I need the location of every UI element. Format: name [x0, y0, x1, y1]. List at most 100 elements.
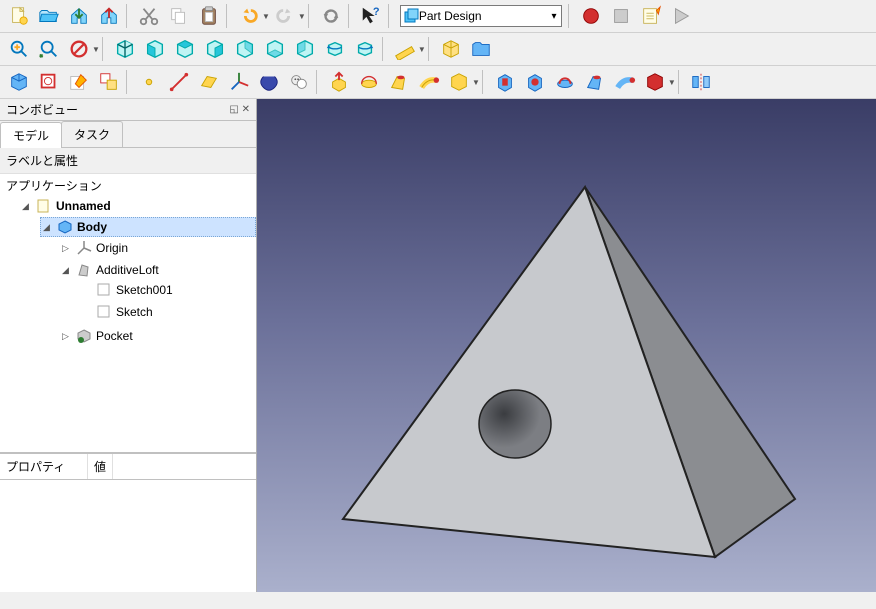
document-icon [36, 198, 52, 214]
dropdown-arrow-icon[interactable]: ▼ [668, 78, 676, 87]
folder-open-icon [38, 5, 60, 27]
pad-button[interactable] [325, 68, 353, 96]
zoom-fit-button[interactable] [5, 35, 33, 63]
clone-icon [288, 71, 310, 93]
additive-pipe-button[interactable] [415, 68, 443, 96]
macro-run-button[interactable] [667, 2, 695, 30]
view-iso-button[interactable] [111, 35, 139, 63]
view-front-button[interactable] [141, 35, 169, 63]
macro-stop-button[interactable] [607, 2, 635, 30]
tree-item-sketch[interactable]: Sketch [80, 303, 256, 321]
line-icon [168, 71, 190, 93]
nostyle-icon [68, 38, 90, 60]
save-icon [68, 5, 90, 27]
additive-prim-button[interactable] [445, 68, 473, 96]
redo-button[interactable] [271, 2, 299, 30]
axes-icon [76, 240, 92, 256]
loft-icon [388, 71, 410, 93]
collapse-icon[interactable]: ◢ [22, 201, 32, 212]
combo-view-panel: コンボビュー ◱ ✕ モデル タスク ラベルと属性 アプリケーション ◢Unna… [0, 99, 257, 592]
clone-button[interactable] [285, 68, 313, 96]
save-button[interactable] [65, 2, 93, 30]
save-as-icon [98, 5, 120, 27]
save-as-button[interactable] [95, 2, 123, 30]
dropdown-arrow-icon[interactable]: ▼ [418, 45, 426, 54]
pipe-icon [418, 71, 440, 93]
separator [126, 70, 132, 94]
view-right-button[interactable] [201, 35, 229, 63]
dropdown-arrow-icon[interactable]: ▼ [262, 12, 270, 21]
separator [226, 4, 232, 28]
dropdown-arrow-icon[interactable]: ▼ [472, 78, 480, 87]
tree-item-origin[interactable]: ▷Origin [60, 239, 256, 257]
dropdown-arrow-icon[interactable]: ▼ [298, 12, 306, 21]
tree-item-pocket[interactable]: ▷Pocket [60, 327, 256, 345]
collapse-icon[interactable]: ◢ [62, 265, 72, 276]
view-rotleft-button[interactable] [321, 35, 349, 63]
group-button[interactable] [467, 35, 495, 63]
tree-item-sketch001[interactable]: Sketch001 [80, 281, 256, 299]
cube-right-icon [204, 38, 226, 60]
tree-item-app[interactable]: アプリケーション [4, 176, 256, 195]
undo-button[interactable] [235, 2, 263, 30]
datum-cs-button[interactable] [225, 68, 253, 96]
datum-line-button[interactable] [165, 68, 193, 96]
property-header: プロパティ 値 [0, 454, 256, 480]
hole-button[interactable] [521, 68, 549, 96]
edit-sketch-button[interactable] [65, 68, 93, 96]
whats-this-button[interactable]: ? [357, 2, 385, 30]
macro-list-button[interactable] [637, 2, 665, 30]
tree-item-loft[interactable]: ◢AdditiveLoft [60, 261, 256, 279]
datum-plane-button[interactable] [195, 68, 223, 96]
copy-button[interactable] [165, 2, 193, 30]
zoom-selection-button[interactable] [35, 35, 63, 63]
tab-task[interactable]: タスク [61, 121, 123, 147]
new-file-button[interactable] [5, 2, 33, 30]
view-rotright-button[interactable] [351, 35, 379, 63]
additive-loft-button[interactable] [385, 68, 413, 96]
cube-rotl-icon [324, 38, 346, 60]
map-sketch-button[interactable] [95, 68, 123, 96]
expand-icon[interactable]: ▷ [62, 331, 72, 342]
axes-icon [228, 71, 250, 93]
groove-button[interactable] [551, 68, 579, 96]
open-file-button[interactable] [35, 2, 63, 30]
workbench-selector[interactable]: Part Design ▾ [400, 5, 562, 27]
col-value: 値 [88, 454, 113, 479]
revolution-button[interactable] [355, 68, 383, 96]
macro-record-button[interactable] [577, 2, 605, 30]
collapse-icon[interactable]: ◢ [43, 222, 53, 233]
refresh-button[interactable] [317, 2, 345, 30]
expand-icon[interactable]: ▷ [62, 243, 72, 254]
view-rear-button[interactable] [231, 35, 259, 63]
view-left-button[interactable] [291, 35, 319, 63]
draw-style-button[interactable] [65, 35, 93, 63]
datum-point-button[interactable] [135, 68, 163, 96]
sub-pipe-button[interactable] [611, 68, 639, 96]
pyramid-model [257, 99, 876, 592]
cut-button[interactable] [135, 2, 163, 30]
part-button[interactable] [437, 35, 465, 63]
dropdown-arrow-icon[interactable]: ▼ [92, 45, 100, 54]
view-bottom-button[interactable] [261, 35, 289, 63]
scissors-icon [138, 5, 160, 27]
cube-front-icon [144, 38, 166, 60]
tree-item-document[interactable]: ◢Unnamed [20, 197, 256, 215]
model-tree[interactable]: アプリケーション ◢Unnamed ◢Body ▷Origin ◢Additiv… [0, 174, 256, 452]
3d-viewport[interactable] [257, 99, 876, 592]
tree-item-body[interactable]: ◢Body [40, 217, 256, 237]
measure-button[interactable] [391, 35, 419, 63]
panel-controls[interactable]: ◱ ✕ [229, 104, 250, 115]
sub-prim-button[interactable] [641, 68, 669, 96]
separator [678, 70, 684, 94]
pocket-button[interactable] [491, 68, 519, 96]
view-top-button[interactable] [171, 35, 199, 63]
paste-button[interactable] [195, 2, 223, 30]
sub-loft-button[interactable] [581, 68, 609, 96]
shapebinder-button[interactable] [255, 68, 283, 96]
create-sketch-button[interactable] [35, 68, 63, 96]
create-body-button[interactable] [5, 68, 33, 96]
tab-model[interactable]: モデル [0, 122, 62, 148]
toolbar-partdesign: ▼ ▼ [0, 66, 876, 99]
mirror-button[interactable] [687, 68, 715, 96]
